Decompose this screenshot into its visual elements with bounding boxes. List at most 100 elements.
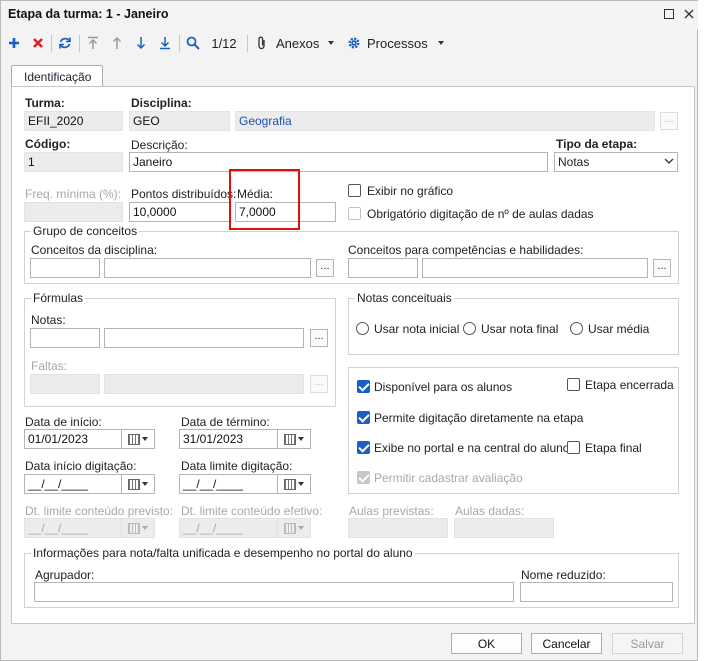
next-record-icon[interactable] bbox=[133, 32, 149, 54]
chevron-down-icon bbox=[664, 158, 674, 164]
formulas-faltas-name[interactable] bbox=[104, 374, 304, 394]
data-inicio-calendar-button[interactable] bbox=[121, 429, 155, 449]
last-record-icon[interactable] bbox=[157, 32, 173, 54]
radio-usar-nota-final[interactable] bbox=[463, 322, 476, 335]
conceitos-disciplina-code[interactable] bbox=[30, 258, 100, 278]
add-icon[interactable] bbox=[5, 32, 23, 54]
refresh-icon[interactable] bbox=[56, 32, 74, 54]
tipo-etapa-select[interactable]: Notas bbox=[554, 152, 678, 172]
toolbar: 1/12 Anexos Processos bbox=[1, 30, 699, 57]
data-termino-calendar-button[interactable] bbox=[277, 429, 311, 449]
permitir-avaliacao-checkbox[interactable] bbox=[357, 471, 370, 484]
formulas-faltas-label: Faltas: bbox=[31, 359, 68, 373]
search-icon[interactable] bbox=[184, 32, 202, 54]
formulas-faltas-lookup-button[interactable]: ... bbox=[310, 375, 328, 393]
chevron-down-icon bbox=[298, 482, 304, 486]
etapa-encerrada-label: Etapa encerrada bbox=[585, 378, 674, 392]
aulas-dadas-field[interactable] bbox=[454, 518, 554, 538]
radio-usar-media[interactable] bbox=[570, 322, 583, 335]
data-inicio-field[interactable]: 01/01/2023 bbox=[24, 429, 122, 449]
formulas-notas-name[interactable] bbox=[104, 328, 304, 348]
cancel-button[interactable]: Cancelar bbox=[531, 633, 602, 654]
chevron-down-icon bbox=[142, 526, 148, 530]
chevron-down-icon bbox=[142, 437, 148, 441]
agrupador-field[interactable] bbox=[34, 582, 514, 602]
freq-minima-field[interactable] bbox=[24, 202, 123, 222]
tab-identificacao[interactable]: Identificação bbox=[11, 65, 103, 87]
obrigatorio-aulas-label: Obrigatório digitação de nº de aulas dad… bbox=[367, 207, 594, 221]
limite-previsto-field[interactable]: __/__/____ bbox=[24, 518, 122, 538]
usar-media-label: Usar média bbox=[588, 322, 650, 336]
obrigatorio-aulas-checkbox[interactable] bbox=[348, 207, 361, 220]
formulas-notas-code[interactable] bbox=[30, 328, 100, 348]
unificada-group-title: Informações para nota/falta unificada e … bbox=[31, 546, 415, 560]
title-bar[interactable]: Etapa da turma: 1 - Janeiro bbox=[1, 1, 699, 29]
data-inicio-digitacao-calendar-button[interactable] bbox=[121, 474, 155, 494]
data-limite-digitacao-calendar-button[interactable] bbox=[277, 474, 311, 494]
previous-record-icon[interactable] bbox=[109, 32, 125, 54]
nome-reduzido-field[interactable] bbox=[520, 582, 673, 602]
disciplina-name-field[interactable]: Geografia bbox=[235, 111, 655, 131]
background-window-edge bbox=[698, 0, 704, 661]
formulas-notas-lookup-button[interactable]: ... bbox=[310, 329, 328, 347]
close-icon[interactable] bbox=[679, 4, 699, 24]
conceitos-disciplina-lookup-button[interactable]: ... bbox=[316, 259, 334, 277]
notas-conceituais-group-title: Notas conceituais bbox=[355, 291, 454, 305]
exibe-portal-checkbox[interactable] bbox=[357, 441, 370, 454]
chevron-down-icon bbox=[298, 526, 304, 530]
calendar-icon bbox=[284, 433, 296, 445]
permite-digitacao-label: Permite digitação diretamente na etapa bbox=[374, 411, 584, 425]
conceitos-disciplina-name[interactable] bbox=[104, 258, 311, 278]
data-limite-digitacao-field[interactable]: __/__/____ bbox=[179, 474, 278, 494]
disponivel-alunos-checkbox[interactable] bbox=[357, 380, 370, 393]
first-record-icon[interactable] bbox=[85, 32, 101, 54]
etapa-final-checkbox[interactable] bbox=[567, 441, 580, 454]
disciplina-code-field[interactable]: GEO bbox=[129, 111, 230, 131]
chevron-down-icon bbox=[142, 482, 148, 486]
limite-previsto-calendar-button[interactable] bbox=[121, 518, 155, 538]
calendar-icon bbox=[128, 522, 140, 534]
freq-minima-label: Freq. mínima (%): bbox=[25, 187, 122, 201]
codigo-field[interactable]: 1 bbox=[24, 152, 123, 172]
formulas-group-title: Fórmulas bbox=[31, 291, 86, 305]
aulas-dadas-label: Aulas dadas: bbox=[455, 504, 525, 518]
data-inicio-digitacao-field[interactable]: __/__/____ bbox=[24, 474, 122, 494]
exibe-portal-label: Exibe no portal e na central do aluno bbox=[374, 441, 570, 455]
conceitos-competencias-code[interactable] bbox=[348, 258, 418, 278]
turma-field[interactable]: EFII_2020 bbox=[24, 111, 123, 131]
turma-label: Turma: bbox=[25, 96, 65, 110]
conceitos-competencias-name[interactable] bbox=[422, 258, 648, 278]
calendar-icon bbox=[128, 433, 140, 445]
attachments-button[interactable]: Anexos bbox=[257, 32, 337, 54]
aulas-previstas-field[interactable] bbox=[348, 518, 448, 538]
pontos-distribuidos-field[interactable]: 10,0000 bbox=[129, 202, 230, 222]
descricao-field[interactable]: Janeiro bbox=[129, 152, 548, 172]
delete-icon[interactable] bbox=[29, 32, 47, 54]
calendar-icon bbox=[284, 478, 296, 490]
window-title: Etapa da turma: 1 - Janeiro bbox=[8, 7, 169, 21]
formulas-notas-label: Notas: bbox=[31, 313, 66, 327]
calendar-icon bbox=[284, 522, 296, 534]
data-termino-label: Data de término: bbox=[181, 415, 270, 429]
conceitos-competencias-lookup-button[interactable]: ... bbox=[653, 259, 671, 277]
data-termino-field[interactable]: 31/01/2023 bbox=[179, 429, 278, 449]
etapa-encerrada-checkbox[interactable] bbox=[567, 378, 580, 391]
pontos-distribuidos-label: Pontos distribuídos: bbox=[131, 187, 237, 201]
disciplina-label: Disciplina: bbox=[131, 96, 192, 110]
limite-efetivo-label: Dt. limite conteúdo efetivo: bbox=[181, 504, 323, 518]
radio-usar-nota-inicial[interactable] bbox=[356, 322, 369, 335]
gear-icon bbox=[348, 37, 360, 49]
ok-button[interactable]: OK bbox=[451, 633, 522, 654]
disciplina-lookup-button[interactable]: ... bbox=[660, 112, 678, 130]
chevron-down-icon bbox=[437, 41, 444, 45]
exibir-grafico-label: Exibir no gráfico bbox=[367, 184, 454, 198]
processes-button[interactable]: Processos bbox=[347, 32, 445, 54]
chevron-down-icon bbox=[328, 41, 335, 45]
limite-efetivo-field[interactable]: __/__/____ bbox=[179, 518, 278, 538]
save-button[interactable]: Salvar bbox=[612, 633, 683, 654]
limite-efetivo-calendar-button[interactable] bbox=[277, 518, 311, 538]
permite-digitacao-checkbox[interactable] bbox=[357, 411, 370, 424]
formulas-faltas-code[interactable] bbox=[30, 374, 100, 394]
maximize-icon[interactable] bbox=[659, 4, 679, 24]
exibir-grafico-checkbox[interactable] bbox=[348, 184, 361, 197]
